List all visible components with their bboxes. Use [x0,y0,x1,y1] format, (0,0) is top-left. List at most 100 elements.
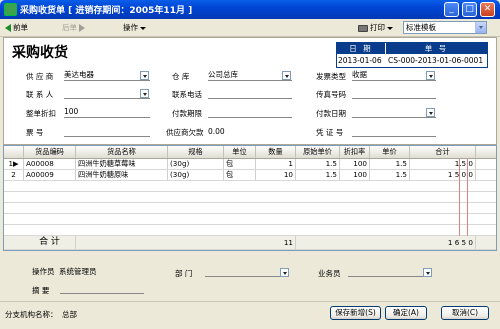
voucher-label: 凭 证 号 [316,128,344,137]
page-title: 采购收货 [12,45,68,61]
template-select[interactable]: 标准模板 [403,21,487,34]
phone-label: 联系电话 [172,90,202,99]
fax-label: 传真号码 [316,90,346,99]
cell-name[interactable]: 四洲牛奶糖草莓味 [76,159,168,169]
cell-code[interactable]: A00008 [24,159,76,169]
dept-field[interactable] [205,267,289,277]
cell-unit[interactable]: 包 [224,159,256,169]
print-button[interactable]: 打印 [358,22,393,34]
contact-dropdown-icon[interactable] [140,89,149,98]
cell-code[interactable]: A00009 [24,170,76,180]
row-marker: 1▶ [4,159,24,169]
col-header-name[interactable]: 货品名称 [76,146,168,158]
prev-button[interactable]: 前单 [5,22,28,34]
cell-discount[interactable]: 100 [340,170,370,180]
cell-qty[interactable]: 1 [256,159,296,169]
invoice-dropdown-icon[interactable] [426,71,435,80]
grid-header: 货品编码 货品名称 规格 单位 数量 原始单价 折扣率 单价 合计 [4,146,496,159]
window-title: 采购收货单 [ 进销存期间：2005年11月 ] [20,6,193,16]
minimize-button[interactable]: _ [444,2,459,17]
cell-price[interactable]: 1.5 [370,159,410,169]
summary-field[interactable] [60,284,144,294]
table-row[interactable] [4,192,496,203]
col-header-unit[interactable]: 单位 [224,146,256,158]
branch-label: 分支机构名称： [5,310,58,319]
clerk-dropdown-icon[interactable] [423,268,432,277]
number-value: CS-000-2013-01-06-0001 [388,56,484,65]
warehouse-field[interactable]: 公司总库 [208,70,292,81]
pay-date-dropdown-icon[interactable] [426,108,435,117]
clerk-field[interactable] [348,267,432,277]
phone-field[interactable] [208,88,292,99]
supplier-field[interactable]: 美达电器 [64,70,150,81]
col-header-qty[interactable]: 数量 [256,146,296,158]
cell-name[interactable]: 四洲牛奶糖原味 [76,170,168,180]
col-header-spec[interactable]: 规格 [168,146,224,158]
cell-spec[interactable]: (30g) [168,170,224,180]
warehouse-dropdown-icon[interactable] [282,71,291,80]
voucher-field[interactable] [352,126,436,137]
sum-qty: 11 [256,236,296,249]
cell-orig-price[interactable]: 1.5 [296,170,340,180]
cell-price[interactable]: 1.5 [370,170,410,180]
toolbar: 前单 后单 操作 打印 标准模板 [0,19,500,37]
status-bar: 分支机构名称： 总部 保存新增(S) 确定(A) 取消(C) [0,301,500,329]
date-value[interactable]: 2013-01-06 [338,55,385,67]
dropdown-arrow-icon[interactable] [475,22,486,33]
chevron-down-icon [140,26,146,30]
operator-label: 操作员 [32,267,55,276]
ticket-field[interactable] [64,126,150,137]
ok-button[interactable]: 确定(A) [385,306,427,320]
supplier-owed-value: 0.00 [208,127,225,136]
cell-qty[interactable]: 10 [256,170,296,180]
cell-spec[interactable]: (30g) [168,159,224,169]
invoice-type-label: 发票类型 [316,72,346,81]
warehouse-label: 仓 库 [172,72,190,81]
sum-total: 1 6 5 0 [410,236,476,249]
supplier-dropdown-icon[interactable] [140,71,149,80]
arrow-right-icon [79,24,85,32]
col-header-extra[interactable] [476,146,496,158]
cell-unit[interactable]: 包 [224,170,256,180]
table-row[interactable] [4,203,496,214]
clerk-label: 业务员 [318,269,341,278]
cell-discount[interactable]: 100 [340,159,370,169]
table-row[interactable] [4,225,496,236]
col-header-price[interactable]: 单价 [370,146,410,158]
cell-orig-price[interactable]: 1.5 [296,159,340,169]
cancel-button[interactable]: 取消(C) [441,306,489,320]
contact-field[interactable] [64,88,150,99]
pay-date-label: 付款日期 [316,109,346,118]
close-button[interactable]: ✕ [480,2,495,17]
next-button[interactable]: 后单 [62,22,85,34]
fax-field[interactable] [352,88,436,99]
horizontal-scrollbar[interactable] [3,251,497,259]
table-row[interactable]: 2 A00009 四洲牛奶糖原味 (30g) 包 10 1.5 100 1.5 … [4,170,496,181]
chevron-down-icon [387,26,393,30]
pay-date-field[interactable] [352,107,436,118]
template-value: 标准模板 [406,23,436,32]
title-bar: 采购收货单 [ 进销存期间：2005年11月 ] _ □ ✕ [0,0,500,19]
printer-icon [358,24,368,32]
maximize-button[interactable]: □ [462,2,477,17]
discount-label: 整单折扣 [26,109,56,118]
table-row[interactable] [4,181,496,192]
dept-dropdown-icon[interactable] [280,268,289,277]
row-marker-header [4,146,24,158]
save-new-button[interactable]: 保存新增(S) [330,306,381,320]
pay-term-field[interactable] [208,107,292,118]
items-grid[interactable]: 货品编码 货品名称 规格 单位 数量 原始单价 折扣率 单价 合计 1▶ A00… [3,145,497,251]
discount-field[interactable]: 100 [64,107,150,118]
invoice-type-field[interactable]: 收据 [352,70,436,81]
col-header-code[interactable]: 货品编码 [24,146,76,158]
col-header-orig-price[interactable]: 原始单价 [296,146,340,158]
operations-label: 操作 [123,23,138,32]
number-header: 单 号 [386,43,487,54]
next-label: 后单 [62,23,77,32]
col-header-discount[interactable]: 折扣率 [340,146,370,158]
table-row[interactable] [4,214,496,225]
table-row[interactable]: 1▶ A00008 四洲牛奶糖草莓味 (30g) 包 1 1.5 100 1.5… [4,159,496,170]
col-header-total[interactable]: 合计 [410,146,476,158]
operations-menu[interactable]: 操作 [123,22,146,34]
date-number-box: 日 期 单 号 2013-01-06 CS-000-2013-01-06-000… [336,42,488,68]
